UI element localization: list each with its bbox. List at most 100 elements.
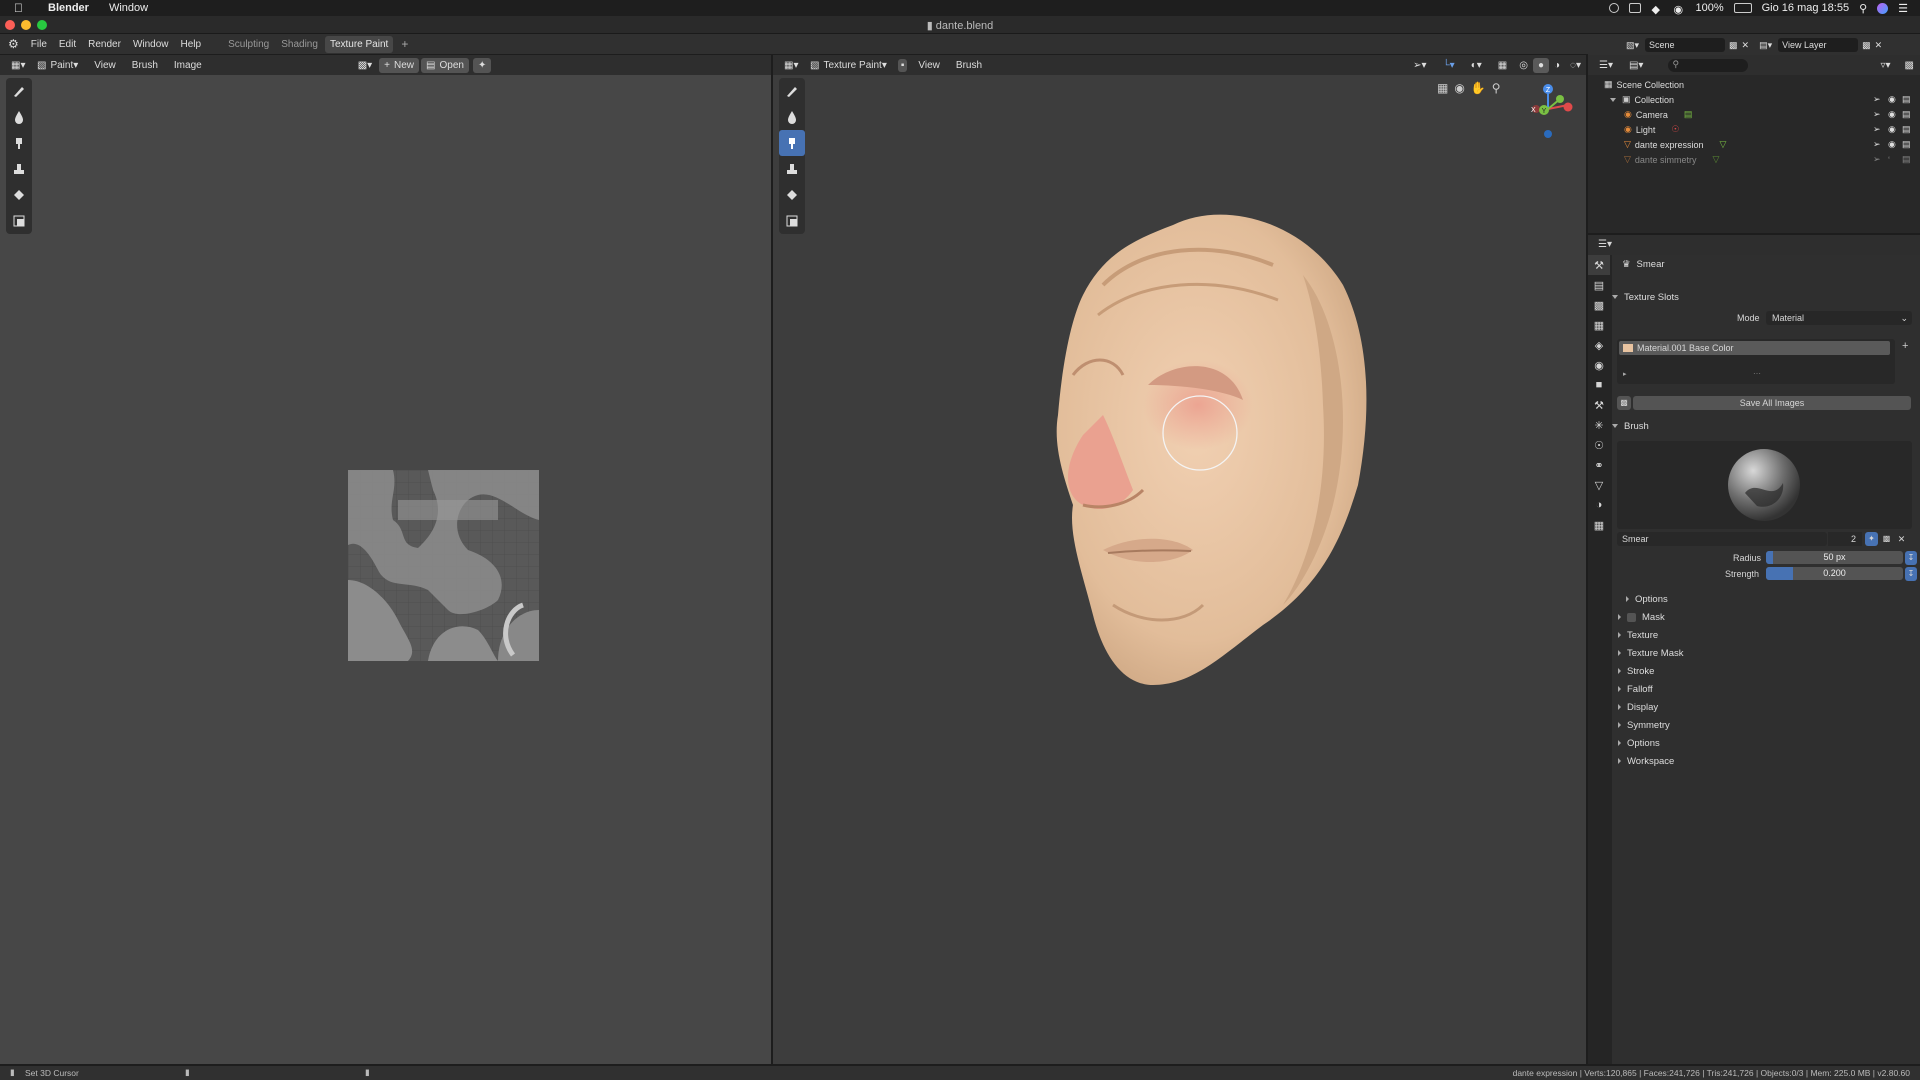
radius-slider[interactable]: 50 px [1766,551,1903,564]
tab-sculpting[interactable]: Sculpting [223,36,274,53]
solid-shading-icon[interactable]: ● [1532,57,1549,73]
light-select-icon[interactable]: ➢ [1873,124,1881,135]
battery-icon[interactable] [1733,3,1752,13]
strength-pressure-icon[interactable]: ↧ [1905,567,1917,581]
scene-field[interactable]: Scene [1645,38,1726,52]
screen-icon[interactable] [1629,3,1642,13]
skype-icon[interactable] [1609,3,1620,13]
mask-checkbox[interactable] [1627,612,1636,622]
camera-eye-icon[interactable]: ◉ [1888,109,1896,120]
slot-list-expand-icon[interactable]: ▸ [1623,370,1627,378]
world-tab-icon[interactable]: ◉ [1588,355,1610,375]
dante-head-model[interactable] [1043,205,1383,745]
scene-tab-icon[interactable]: ◈ [1588,335,1610,355]
workspace-panel-header[interactable]: Workspace [1612,753,1912,769]
simmetry-select-icon[interactable]: ➢ [1873,154,1881,165]
collection-camera-icon[interactable]: ▤ [1902,94,1911,105]
display-panel-header[interactable]: Display [1612,699,1912,715]
menu-window[interactable]: Window [133,39,169,50]
duplicate-brush-icon[interactable]: ▩ [1880,532,1893,546]
vp-draw-tool-icon[interactable] [779,78,805,104]
viewport-menu-view[interactable]: View [913,58,945,73]
texture-mask-panel-header[interactable]: Texture Mask [1612,645,1912,661]
texture-image[interactable] [348,470,539,661]
brush-preview-box[interactable] [1617,441,1912,529]
vp-mask-tool-icon[interactable] [779,208,805,234]
scene-icon[interactable]: ▧▾ [1626,40,1639,51]
tool-tab-icon[interactable]: ⚒ [1588,255,1610,275]
vp-soften-tool-icon[interactable] [779,104,805,130]
delete-view-layer-icon[interactable]: ✕ [1875,40,1883,51]
menu-file[interactable]: File [31,39,47,50]
viewport-3d-area[interactable]: ▦▾ ▧ Texture Paint ▾ ▪ View Brush ➢▾ └▾ ◐▾… [773,55,1586,1064]
mac-app-menu[interactable]: Blender [48,2,89,14]
brush-panel-header[interactable]: Brush [1612,418,1912,434]
filter-icon[interactable]: ▿▾ [1881,60,1891,71]
image-menu-brush[interactable]: Brush [127,58,163,73]
rendered-shading-icon[interactable]: ◌▾ [1565,58,1586,73]
outliner-dante-expression[interactable]: ▽ dante expression ▽ ➢ ◉ ▤ [1588,137,1918,152]
mode-dropdown[interactable]: Material ⌄ [1766,311,1912,325]
outliner-collection[interactable]: ▣ Collection ➢ ◉ ▤ [1588,92,1918,107]
menu-edit[interactable]: Edit [59,39,76,50]
render-tab-icon[interactable]: ▤ [1588,275,1610,295]
siri-icon[interactable] [1877,2,1889,14]
view-layer-field[interactable]: View Layer [1778,38,1859,52]
object-tab-icon[interactable]: ■ [1588,375,1610,395]
pan-hand-icon[interactable]: ✋ [1471,81,1486,95]
zoom-icon[interactable]: ⚲ [1492,81,1501,95]
strength-slider[interactable]: 0.200 [1766,567,1903,580]
display-mode-icon[interactable]: ▤▾ [1624,58,1648,73]
view-layer-tab-icon[interactable]: ▦ [1588,315,1610,335]
xray-icon[interactable]: ▦ [1493,58,1512,73]
open-image-button[interactable]: ▤ Open [421,57,469,73]
camera-render-icon[interactable]: ▤ [1902,109,1911,120]
face-mask-toggle-icon[interactable]: ▪ [897,58,908,72]
editor-type-button[interactable]: ▦▾ [6,58,26,73]
stroke-panel-header[interactable]: Stroke [1612,663,1912,679]
texture-slot-item[interactable]: Material.001 Base Color [1619,341,1890,355]
output-tab-icon[interactable]: ▩ [1588,295,1610,315]
spotlight-icon[interactable]: ⚲ [1859,2,1867,15]
pin-icon[interactable]: ✦ [472,57,492,73]
outliner-dante-simmetry[interactable]: ▽ dante simmetry ▽ ➢ ‘▤ [1588,152,1918,167]
paint-mode-dropdown[interactable]: ▧ Paint ▾ [32,58,83,73]
brush-options-subpanel[interactable]: Options [1612,591,1912,607]
image-menu-view[interactable]: View [89,58,121,73]
properties-editor-type-icon[interactable]: ☰▾ [1598,239,1612,250]
view-layer-icon[interactable]: ▤▾ [1759,40,1772,51]
camera-select-icon[interactable]: ➢ [1873,109,1881,120]
texture-slots-panel-header[interactable]: Texture Slots [1612,289,1912,305]
soften-tool-icon[interactable] [6,104,32,130]
transform-orientation-icon[interactable]: └▾ [1438,58,1460,73]
texture-tab-icon[interactable]: ▦ [1588,515,1610,535]
outliner-area[interactable]: ▧▾ Scene ▩ ✕ ▤▾ View Layer ▩ ✕ ☰▾ ▤▾ ⚲ ▿… [1588,35,1920,233]
tab-texture-paint[interactable]: Texture Paint [324,35,394,53]
new-image-button[interactable]: + New [379,57,420,73]
mac-window-menu[interactable]: Window [109,2,148,14]
slot-list-resize-handle[interactable]: ⋯ [1753,369,1761,378]
mask-panel-header[interactable]: Mask [1612,609,1912,625]
expand-collection-icon[interactable] [1610,97,1616,102]
fake-user-icon[interactable]: ✦ [1865,532,1878,546]
symmetry-panel-header[interactable]: Symmetry [1612,717,1912,733]
outliner-scene-collection[interactable]: ▦ Scene Collection [1588,77,1918,92]
axis-gizmo[interactable]: Z Y X [1518,79,1578,139]
light-eye-icon[interactable]: ◉ [1888,124,1896,135]
control-center-icon[interactable]: ☰ [1898,2,1908,15]
new-collection-icon[interactable]: ▩ [1905,60,1914,71]
data-tab-icon[interactable]: ▽ [1588,475,1610,495]
apple-icon[interactable]:  [14,1,30,15]
material-tab-icon[interactable]: ◑ [1588,495,1610,515]
light-render-icon[interactable]: ▤ [1902,124,1911,135]
constraints-tab-icon[interactable]: ⚭ [1588,455,1610,475]
clone-tool-icon[interactable] [6,156,32,182]
view-select-icon[interactable]: ➢▾ [1408,58,1431,73]
mac-clock[interactable]: Gio 16 mag 18:55 [1762,2,1849,14]
brush-name-field[interactable]: Smear [1617,532,1827,546]
image-browse-button[interactable]: ▩▾ [353,58,377,73]
menu-help[interactable]: Help [181,39,202,50]
vp-smear-tool-icon[interactable] [779,130,805,156]
viewport-menu-brush[interactable]: Brush [951,58,987,73]
add-texture-slot-icon[interactable]: + [1902,340,1908,352]
